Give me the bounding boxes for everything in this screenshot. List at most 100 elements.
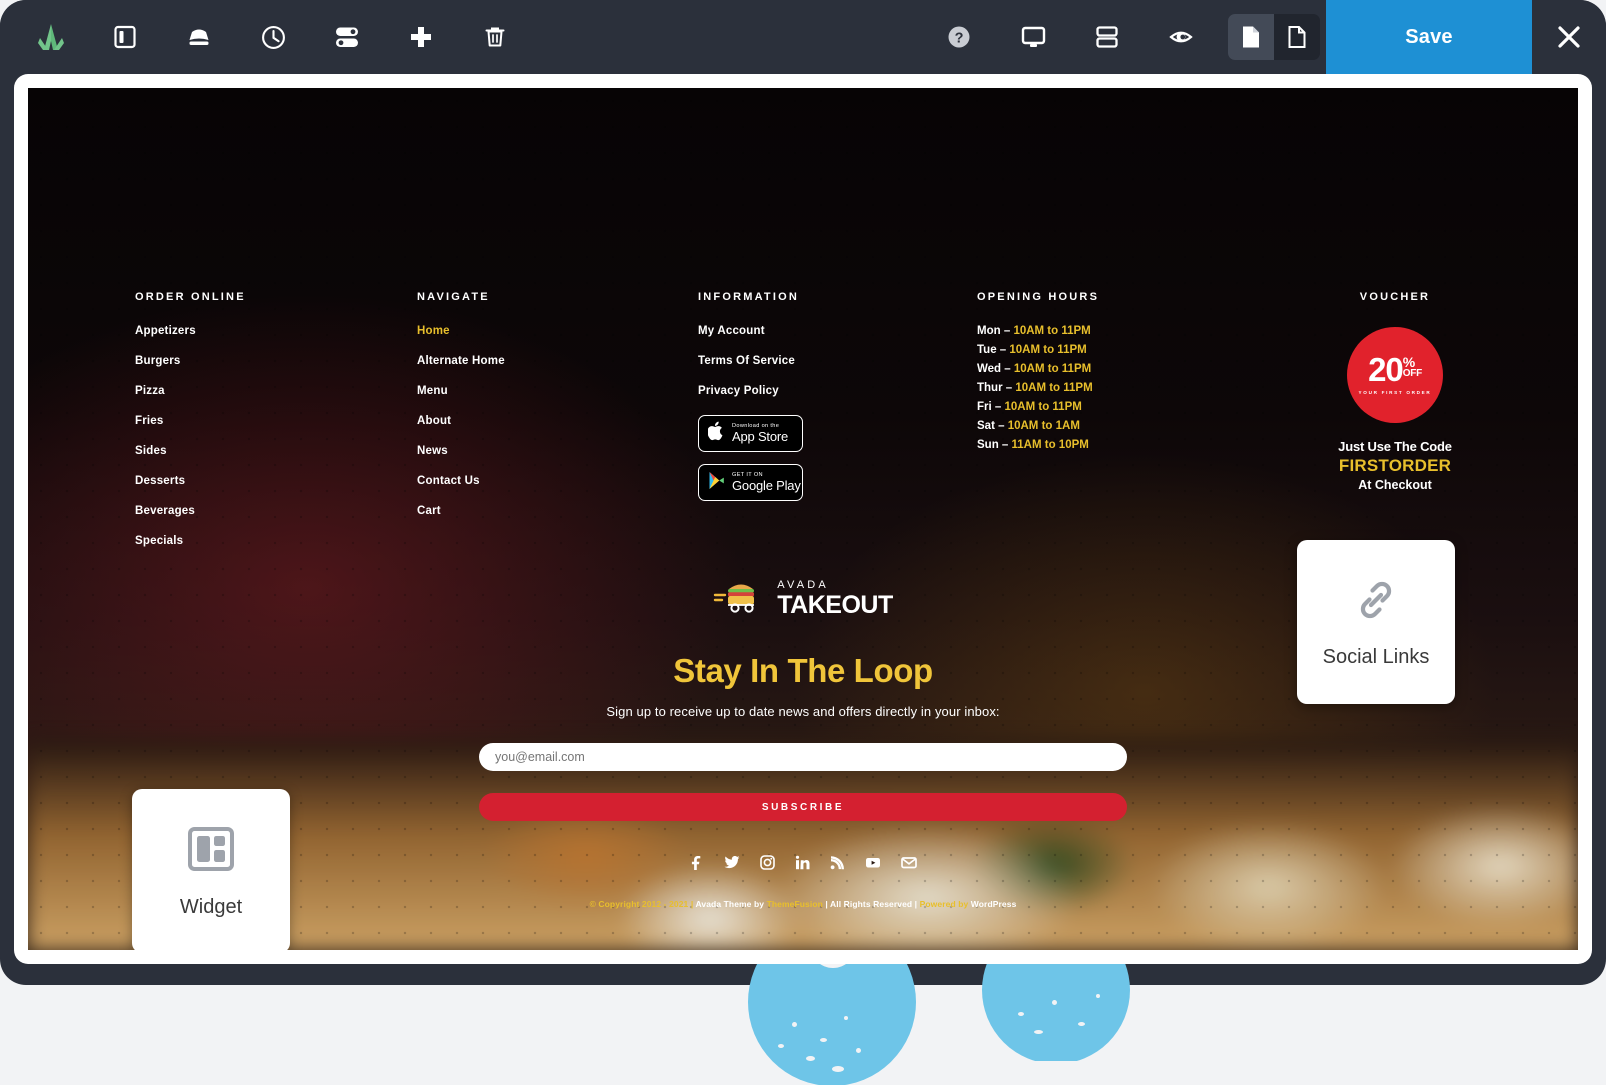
hours-value: 10AM to 11PM [1004,401,1082,413]
voucher-line-3: At Checkout [1358,478,1432,492]
hours-value: 10AM to 11PM [1009,344,1087,356]
footer-link-about[interactable]: About [417,415,505,427]
svg-text:?: ? [955,31,964,47]
page-preview: ORDER ONLINE Appetizers Burgers Pizza Fr… [28,88,1578,950]
save-library-icon[interactable] [162,0,236,74]
footer-link-home[interactable]: Home [417,325,505,337]
hours-day: Thur – [977,382,1013,394]
footer-link-privacy-policy[interactable]: Privacy Policy [698,385,803,397]
google-play-badge-text: GET IT ON Google Play [732,472,801,493]
copyright-part-3: Powered by [919,899,971,909]
hours-row: Sun – 11AM to 10PM [977,439,1099,451]
copyright-white-3: WordPress [970,899,1017,909]
facebook-icon[interactable] [689,855,704,875]
hours-value: 10AM to 11PM [1015,382,1093,394]
toolbar-right-group: ? Save [922,0,1606,74]
twitter-icon[interactable] [724,855,740,875]
preview-eye-icon[interactable] [1144,0,1218,74]
footer-link-alternate-home[interactable]: Alternate Home [417,355,505,367]
help-icon[interactable]: ? [922,0,996,74]
footer-link-cart[interactable]: Cart [417,505,505,517]
footer-link-menu[interactable]: Menu [417,385,505,397]
hours-row: Fri – 10AM to 11PM [977,401,1099,413]
widget-element-card[interactable]: Widget [132,789,290,950]
footer-column-opening-hours: OPENING HOURS Mon – 10AM to 11PM Tue – 1… [977,291,1099,458]
decorative-blue-shape-left [748,964,916,1085]
decorative-blue-shape-right [982,964,1130,1061]
copyright-white-2: | All Rights Reserved | [822,899,920,909]
footer-link-beverages[interactable]: Beverages [135,505,246,517]
footer-link-my-account[interactable]: My Account [698,325,803,337]
column-title: OPENING HOURS [977,291,1100,303]
page-view-icon[interactable] [1228,14,1274,60]
hours-row: Wed – 10AM to 11PM [977,363,1099,375]
template-view-icon[interactable] [1274,14,1320,60]
voucher-sub-label: YOUR FIRST ORDER [1358,389,1432,395]
rss-icon[interactable] [830,855,845,875]
footer-link-pizza[interactable]: Pizza [135,385,246,397]
close-icon[interactable] [1532,0,1606,74]
hours-day: Sun – [977,439,1009,451]
footer-column-voucher: VOUCHER 20 % OFF YOUR FIRST ORDER Just U… [1305,291,1485,492]
footer-link-specials[interactable]: Specials [135,535,246,547]
social-links-element-label: Social Links [1322,646,1430,668]
hours-value: 10AM to 11PM [1013,325,1091,337]
avada-logo-icon[interactable] [14,0,88,74]
linkedin-icon[interactable] [795,855,810,875]
newsletter-subheading: Sign up to receive up to date news and o… [606,704,1000,719]
app-store-badge[interactable]: Download on the App Store [698,415,803,452]
copyright-white-1: Avada Theme by [695,899,767,909]
voucher-code: FIRSTORDER [1338,456,1452,475]
footer-link-burgers[interactable]: Burgers [135,355,246,367]
responsive-desktop-icon[interactable] [996,0,1070,74]
voucher-percent-group: % OFF [1402,354,1422,378]
history-icon[interactable] [236,0,310,74]
footer-link-fries[interactable]: Fries [135,415,246,427]
widget-element-label: Widget [179,896,243,918]
subscribe-button[interactable]: SUBSCRIBE [479,793,1127,821]
email-icon[interactable] [901,855,917,875]
hours-day: Fri – [977,401,1002,413]
hours-day: Wed – [977,363,1011,375]
google-play-badge[interactable]: GET IT ON Google Play [698,464,803,501]
voucher-badge: 20 % OFF YOUR FIRST ORDER [1347,327,1443,423]
newsletter-email-input[interactable] [479,743,1127,771]
trash-icon[interactable] [458,0,532,74]
widget-layout-icon [185,823,237,880]
column-title: NAVIGATE [417,291,490,303]
brand-avada: AVADA [777,579,829,591]
footer-link-terms-of-service[interactable]: Terms Of Service [698,355,803,367]
copyright-part-1: © Copyright 2012 - 2021 | [589,899,696,909]
link-chain-icon [1351,575,1401,630]
google-play-badge-big: Google Play [732,477,801,493]
youtube-icon[interactable] [865,855,881,875]
social-links-element-card[interactable]: Social Links [1297,540,1455,704]
footer-column-information: INFORMATION My Account Terms Of Service … [698,291,803,501]
copyright-part-2: ThemeFusion [766,899,823,909]
footer-column-order-online: ORDER ONLINE Appetizers Burgers Pizza Fr… [135,291,246,565]
voucher-percent-symbol: % [1402,354,1416,371]
hours-day: Mon – [977,325,1011,337]
panel-toggle-icon[interactable] [88,0,162,74]
layout-rows-icon[interactable] [1070,0,1144,74]
burger-truck-icon [713,578,769,620]
hours-value: 10AM to 1AM [1007,420,1080,432]
footer-content: ORDER ONLINE Appetizers Burgers Pizza Fr… [28,88,1578,950]
save-button[interactable]: Save [1326,0,1532,74]
apple-icon [707,421,725,446]
app-store-badge-big: App Store [732,428,789,444]
toolbar-left-group [0,0,532,74]
hours-value: 11AM to 10PM [1011,439,1089,451]
view-mode-toggle-group [1228,14,1320,60]
footer-link-contact-us[interactable]: Contact Us [417,475,505,487]
footer-link-desserts[interactable]: Desserts [135,475,246,487]
brand-takeout: TAKEOUT [777,591,893,619]
voucher-amount: 20 [1368,351,1404,389]
footer-link-news[interactable]: News [417,445,505,457]
footer-link-appetizers[interactable]: Appetizers [135,325,246,337]
footer-link-sides[interactable]: Sides [135,445,246,457]
hours-row: Sat – 10AM to 1AM [977,420,1099,432]
settings-sliders-icon[interactable] [310,0,384,74]
add-icon[interactable] [384,0,458,74]
instagram-icon[interactable] [760,855,775,875]
